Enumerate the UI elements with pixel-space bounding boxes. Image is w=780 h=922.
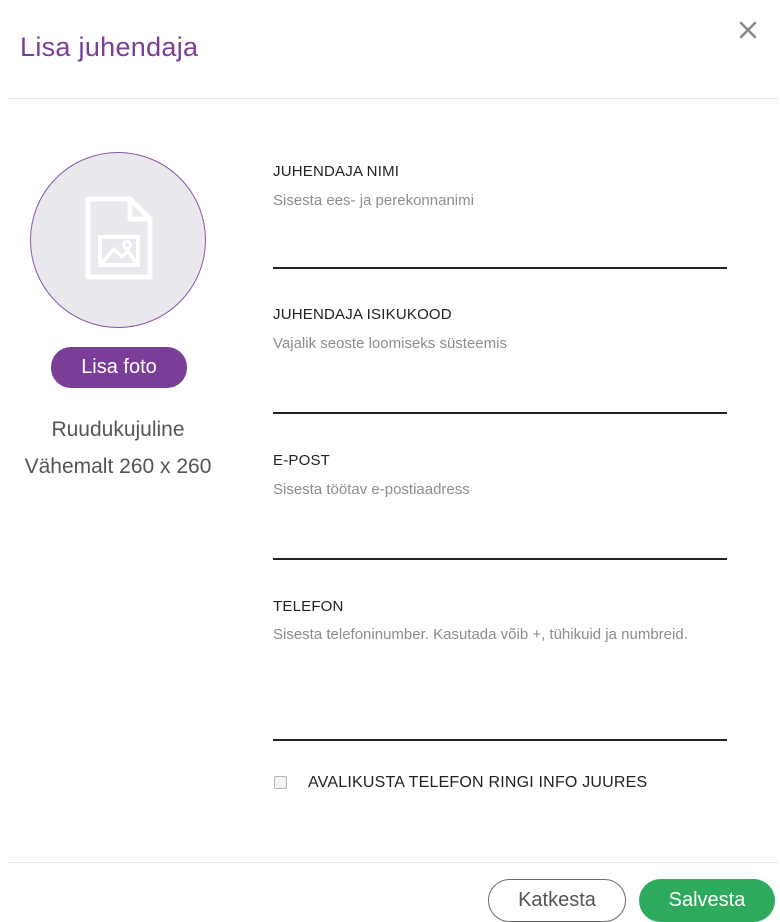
phone-field: TELEFON Sisesta telefoninumber. Kasutada… [273, 598, 727, 741]
add-photo-button[interactable]: Lisa foto [51, 347, 187, 388]
supervisor-id-code-input[interactable] [273, 388, 727, 414]
image-file-icon [85, 196, 153, 280]
photo-placeholder[interactable] [30, 152, 206, 328]
phone-input[interactable] [273, 715, 727, 741]
email-field: E-POST Sisesta töötav e-postiaadress [273, 452, 727, 560]
field-hint: Sisesta telefoninumber. Kasutada võib +,… [273, 626, 688, 643]
field-label: JUHENDAJA NIMI [273, 163, 400, 180]
header-divider [8, 98, 778, 99]
photo-hint-shape: Ruudukujuline [51, 418, 185, 441]
publish-phone-label[interactable]: AVALIKUSTA TELEFON RINGI INFO JUURES [308, 774, 647, 792]
save-button[interactable]: Salvesta [639, 879, 775, 922]
supervisor-name-field: JUHENDAJA NIMI Sisesta ees- ja perekonna… [273, 163, 727, 269]
modal-title: Lisa juhendaja [20, 32, 199, 62]
field-label: TELEFON [273, 598, 344, 615]
field-label: E-POST [273, 452, 331, 469]
field-hint: Vajalik seoste loomiseks süsteemis [273, 335, 507, 352]
close-icon[interactable] [734, 16, 762, 44]
email-input[interactable] [273, 534, 727, 560]
field-hint: Sisesta ees- ja perekonnanimi [273, 192, 474, 209]
supervisor-id-code-field: JUHENDAJA ISIKUKOOD Vajalik seoste loomi… [273, 306, 727, 414]
footer-divider [8, 862, 778, 863]
photo-hint-size: Vähemalt 260 x 260 [24, 455, 212, 478]
cancel-button[interactable]: Katkesta [488, 879, 626, 922]
supervisor-name-input[interactable] [273, 243, 727, 269]
publish-phone-checkbox[interactable] [274, 776, 287, 789]
field-label: JUHENDAJA ISIKUKOOD [273, 306, 452, 323]
field-hint: Sisesta töötav e-postiaadress [273, 481, 470, 498]
